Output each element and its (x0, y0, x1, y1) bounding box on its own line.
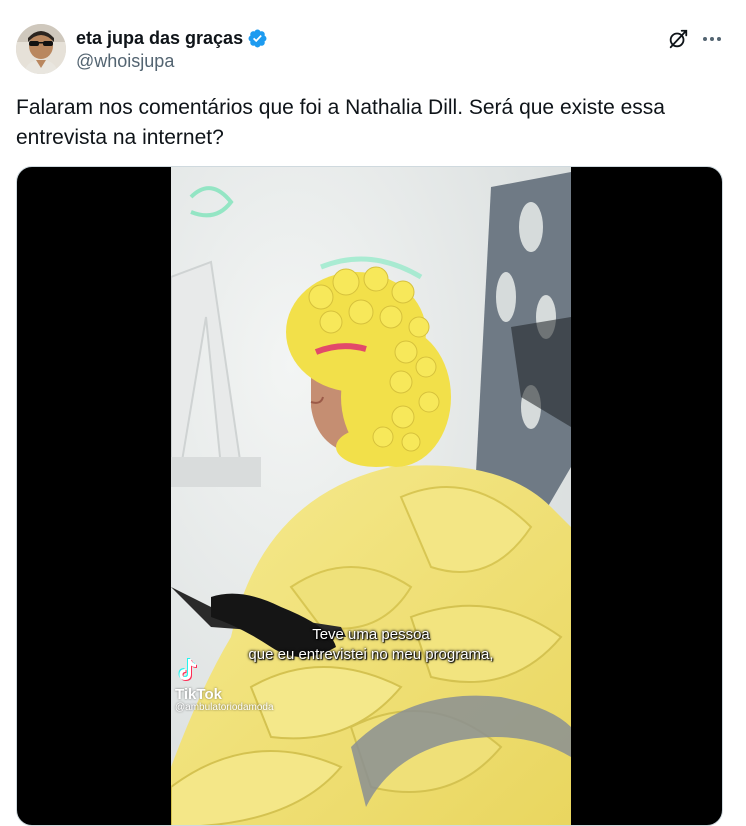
tiktok-account-handle: @ambulatoriodamoda (175, 702, 274, 713)
more-options-button[interactable] (697, 24, 727, 54)
author-handle[interactable]: @whoisjupa (76, 51, 174, 72)
avatar-image (16, 24, 66, 74)
verified-badge-icon[interactable] (247, 28, 268, 49)
video-subtitle-line-1: Teve uma pessoa (312, 626, 430, 643)
grok-icon (669, 29, 688, 49)
author-display-name[interactable]: eta jupa das graças (76, 27, 243, 49)
tiktok-brand-label: TikTok (175, 686, 222, 703)
grok-button[interactable] (663, 24, 693, 54)
tweet-text: Falaram nos comentários que foi a Nathal… (16, 96, 665, 149)
video-frame[interactable] (171, 167, 571, 825)
tiktok-watermark: TikTok @ambulatoriodamoda (175, 657, 274, 713)
more-options-icon (703, 37, 721, 41)
author-avatar[interactable] (16, 24, 66, 74)
tweet-media-video[interactable]: TikTok @ambulatoriodamoda Teve uma pesso… (16, 166, 723, 826)
author-name-row: eta jupa das graças (76, 27, 268, 49)
video-still-image (171, 167, 571, 825)
video-subtitle-line-2: que eu entrevistei no meu programa, (248, 646, 494, 663)
